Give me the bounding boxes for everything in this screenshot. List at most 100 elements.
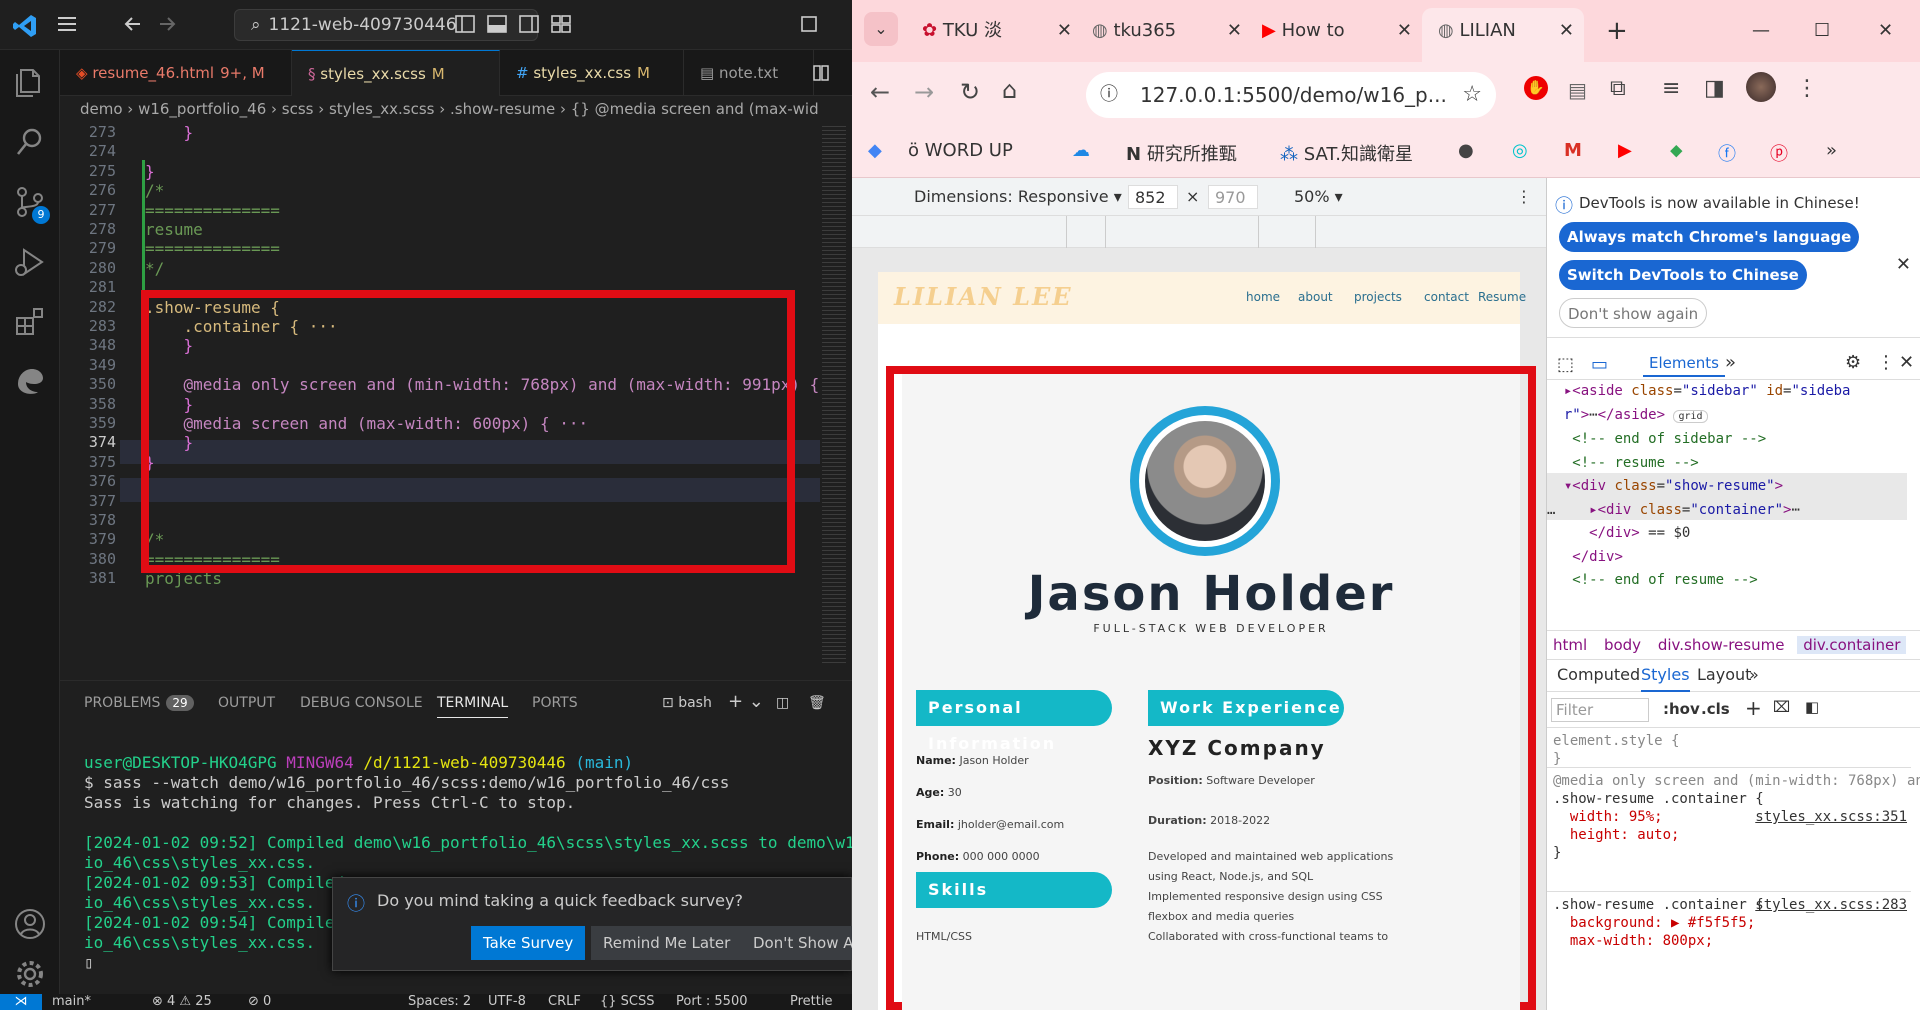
remote-icon[interactable]: ⋊ bbox=[0, 994, 42, 1010]
indent-status[interactable]: Spaces: 2 bbox=[408, 994, 471, 1010]
encoding-status[interactable]: UTF-8 bbox=[488, 994, 526, 1010]
close-tab-icon[interactable]: ✕ bbox=[1397, 14, 1412, 48]
more-tabs-icon[interactable]: » bbox=[1749, 660, 1759, 690]
tab-layout[interactable]: Layout bbox=[1697, 660, 1751, 690]
github-icon[interactable]: ● bbox=[1458, 140, 1474, 161]
media-icon[interactable]: ≡ bbox=[1662, 76, 1680, 101]
terminal-shell-selector[interactable]: ⊡ bash bbox=[662, 695, 712, 711]
rule-source-link[interactable]: styles_xx.scss:283 bbox=[1755, 896, 1907, 914]
css-property[interactable]: background: ▶ #f5f5f5; bbox=[1570, 915, 1755, 931]
bookmark-star-icon[interactable]: ☆ bbox=[1462, 72, 1482, 118]
back-arrow-icon[interactable] bbox=[122, 13, 144, 35]
take-survey-button[interactable]: Take Survey bbox=[471, 926, 586, 960]
inspect-element-icon[interactable]: ⬚ bbox=[1557, 354, 1574, 375]
bookmark-icon[interactable]: ◆ bbox=[868, 140, 882, 161]
filter-input[interactable]: Filter bbox=[1551, 698, 1649, 722]
back-icon[interactable]: ← bbox=[870, 78, 890, 106]
tab-search-button[interactable]: ⌄ bbox=[864, 12, 898, 46]
nav-projects[interactable]: projects bbox=[1354, 290, 1402, 304]
css-property[interactable]: width: 95%; bbox=[1570, 809, 1663, 825]
nav-home[interactable]: home bbox=[1246, 290, 1280, 304]
media-query-ruler[interactable] bbox=[852, 216, 1546, 248]
hov-toggle[interactable]: :hov bbox=[1663, 700, 1700, 718]
maximize-icon[interactable] bbox=[798, 13, 820, 35]
adblock-icon[interactable]: ✋ bbox=[1524, 76, 1548, 100]
bookmark-wordup[interactable]: ö WORD UP bbox=[908, 140, 1013, 161]
document-extension-icon[interactable]: ▤ bbox=[1568, 78, 1587, 102]
address-bar[interactable]: ⓘ 127.0.0.1:5500/demo/w16_p... ☆ bbox=[1086, 72, 1496, 118]
prettier-status[interactable]: Prettie bbox=[790, 994, 832, 1010]
new-rule-icon[interactable]: + bbox=[1745, 696, 1762, 720]
close-tab-icon[interactable]: ✕ bbox=[1057, 14, 1072, 48]
minimize-icon[interactable]: — bbox=[1752, 14, 1770, 48]
forward-icon[interactable]: → bbox=[914, 78, 934, 106]
trash-icon[interactable]: 🗑 bbox=[808, 695, 826, 711]
explorer-icon[interactable] bbox=[12, 64, 48, 100]
css-property[interactable]: height: auto; bbox=[1570, 827, 1680, 843]
tab-computed[interactable]: Computed bbox=[1557, 660, 1640, 690]
crumb-container[interactable]: div.container bbox=[1797, 636, 1907, 654]
live-server-port[interactable]: Port : 5500 bbox=[676, 994, 748, 1010]
close-notice-icon[interactable]: ✕ bbox=[1896, 254, 1911, 275]
pinterest-icon[interactable]: ⓟ bbox=[1770, 140, 1788, 166]
rule-source-link[interactable]: styles_xx.scss:351 bbox=[1755, 808, 1907, 826]
browser-tab[interactable]: ◍ tku365 ✕ bbox=[1092, 14, 1242, 48]
device-toggle-icon[interactable]: ▭ bbox=[1591, 354, 1608, 375]
tab-styles-scss[interactable]: § styles_xx.scss M bbox=[292, 50, 500, 96]
browser-tab[interactable]: ▶ How to ✕ bbox=[1262, 14, 1412, 48]
sidebar-toggle-icon[interactable]: ◧ bbox=[1805, 698, 1819, 716]
tab-problems[interactable]: PROBLEMS 29 bbox=[84, 695, 194, 711]
home-icon[interactable]: ⌂ bbox=[1002, 76, 1017, 104]
nav-resume[interactable]: Resume bbox=[1478, 290, 1526, 304]
profile-avatar[interactable] bbox=[1746, 72, 1776, 102]
crumb-html[interactable]: html bbox=[1553, 636, 1587, 654]
nav-contact[interactable]: contact bbox=[1424, 290, 1469, 304]
styles-pane[interactable]: element.style { } @media only screen and… bbox=[1547, 728, 1920, 1010]
more-menu-icon[interactable]: ⋮ bbox=[1796, 76, 1818, 101]
bookmark-sat[interactable]: ⁂ SAT.知識衛星 bbox=[1280, 140, 1413, 166]
git-branch[interactable]: main* bbox=[52, 994, 91, 1010]
split-terminal-icon[interactable]: ◫ bbox=[776, 695, 789, 711]
dom-tree[interactable]: ▸<aside class="sidebar" id="sideba r">⋯<… bbox=[1547, 380, 1920, 592]
reload-icon[interactable]: ↻ bbox=[960, 78, 980, 106]
run-debug-icon[interactable] bbox=[12, 244, 48, 280]
gmail-icon[interactable]: M bbox=[1564, 140, 1582, 161]
tab-styles-css[interactable]: # styles_xx.css M bbox=[500, 50, 684, 96]
viewport-width-input[interactable]: 852 bbox=[1128, 185, 1178, 209]
compare-changes-icon[interactable] bbox=[810, 62, 832, 84]
toggle-panel-icon[interactable] bbox=[486, 13, 508, 35]
toggle-sidebar-icon[interactable] bbox=[454, 13, 476, 35]
toggle-secondary-sidebar-icon[interactable] bbox=[518, 13, 540, 35]
ports-status[interactable]: ⊘ 0 bbox=[248, 994, 271, 1010]
close-tab-icon[interactable]: ✕ bbox=[1227, 14, 1242, 48]
more-tabs-icon[interactable]: » bbox=[1725, 352, 1736, 373]
bookmark-notion[interactable]: N 研究所推甄 bbox=[1126, 140, 1237, 166]
eol-status[interactable]: CRLF bbox=[548, 994, 581, 1010]
close-devtools-icon[interactable]: ✕ bbox=[1899, 352, 1914, 373]
tab-output[interactable]: OUTPUT bbox=[218, 695, 275, 711]
tab-terminal[interactable]: TERMINAL bbox=[437, 695, 509, 718]
browser-tab[interactable]: ✿ TKU 淡 ✕ bbox=[922, 14, 1072, 48]
browser-tab-active[interactable]: ◍ LILIAN ✕ bbox=[1438, 14, 1574, 48]
tab-note-txt[interactable]: ▤ note.txt bbox=[684, 50, 814, 96]
cls-toggle[interactable]: .cls bbox=[1701, 700, 1730, 718]
crumb-show-resume[interactable]: div.show-resume bbox=[1658, 636, 1785, 654]
settings-gear-icon[interactable] bbox=[12, 956, 48, 992]
extensions-puzzle-icon[interactable]: ⧉ bbox=[1610, 76, 1626, 101]
nav-about[interactable]: about bbox=[1298, 290, 1333, 304]
crumb-body[interactable]: body bbox=[1604, 636, 1641, 654]
element-state-icon[interactable]: ⌧ bbox=[1773, 698, 1790, 716]
more-menu-icon[interactable]: ⋮ bbox=[1877, 352, 1895, 373]
tab-styles[interactable]: Styles bbox=[1641, 660, 1690, 692]
maximize-icon[interactable]: ☐ bbox=[1814, 14, 1830, 48]
match-language-button[interactable]: Always match Chrome's language bbox=[1559, 222, 1860, 252]
tab-elements[interactable]: Elements bbox=[1643, 354, 1725, 377]
problems-status[interactable]: ⊗ 4 ⚠ 25 bbox=[152, 994, 212, 1010]
language-status[interactable]: {} SCSS bbox=[600, 994, 655, 1010]
viewport-height-input[interactable]: 970 bbox=[1208, 185, 1258, 209]
maps-icon[interactable]: ⬥ bbox=[1670, 140, 1683, 161]
switch-chinese-button[interactable]: Switch DevTools to Chinese bbox=[1559, 260, 1807, 290]
side-panel-icon[interactable]: ◨ bbox=[1704, 76, 1725, 101]
dont-show-button[interactable]: Don't show again bbox=[1559, 298, 1708, 328]
site-info-icon[interactable]: ⓘ bbox=[1100, 72, 1118, 118]
